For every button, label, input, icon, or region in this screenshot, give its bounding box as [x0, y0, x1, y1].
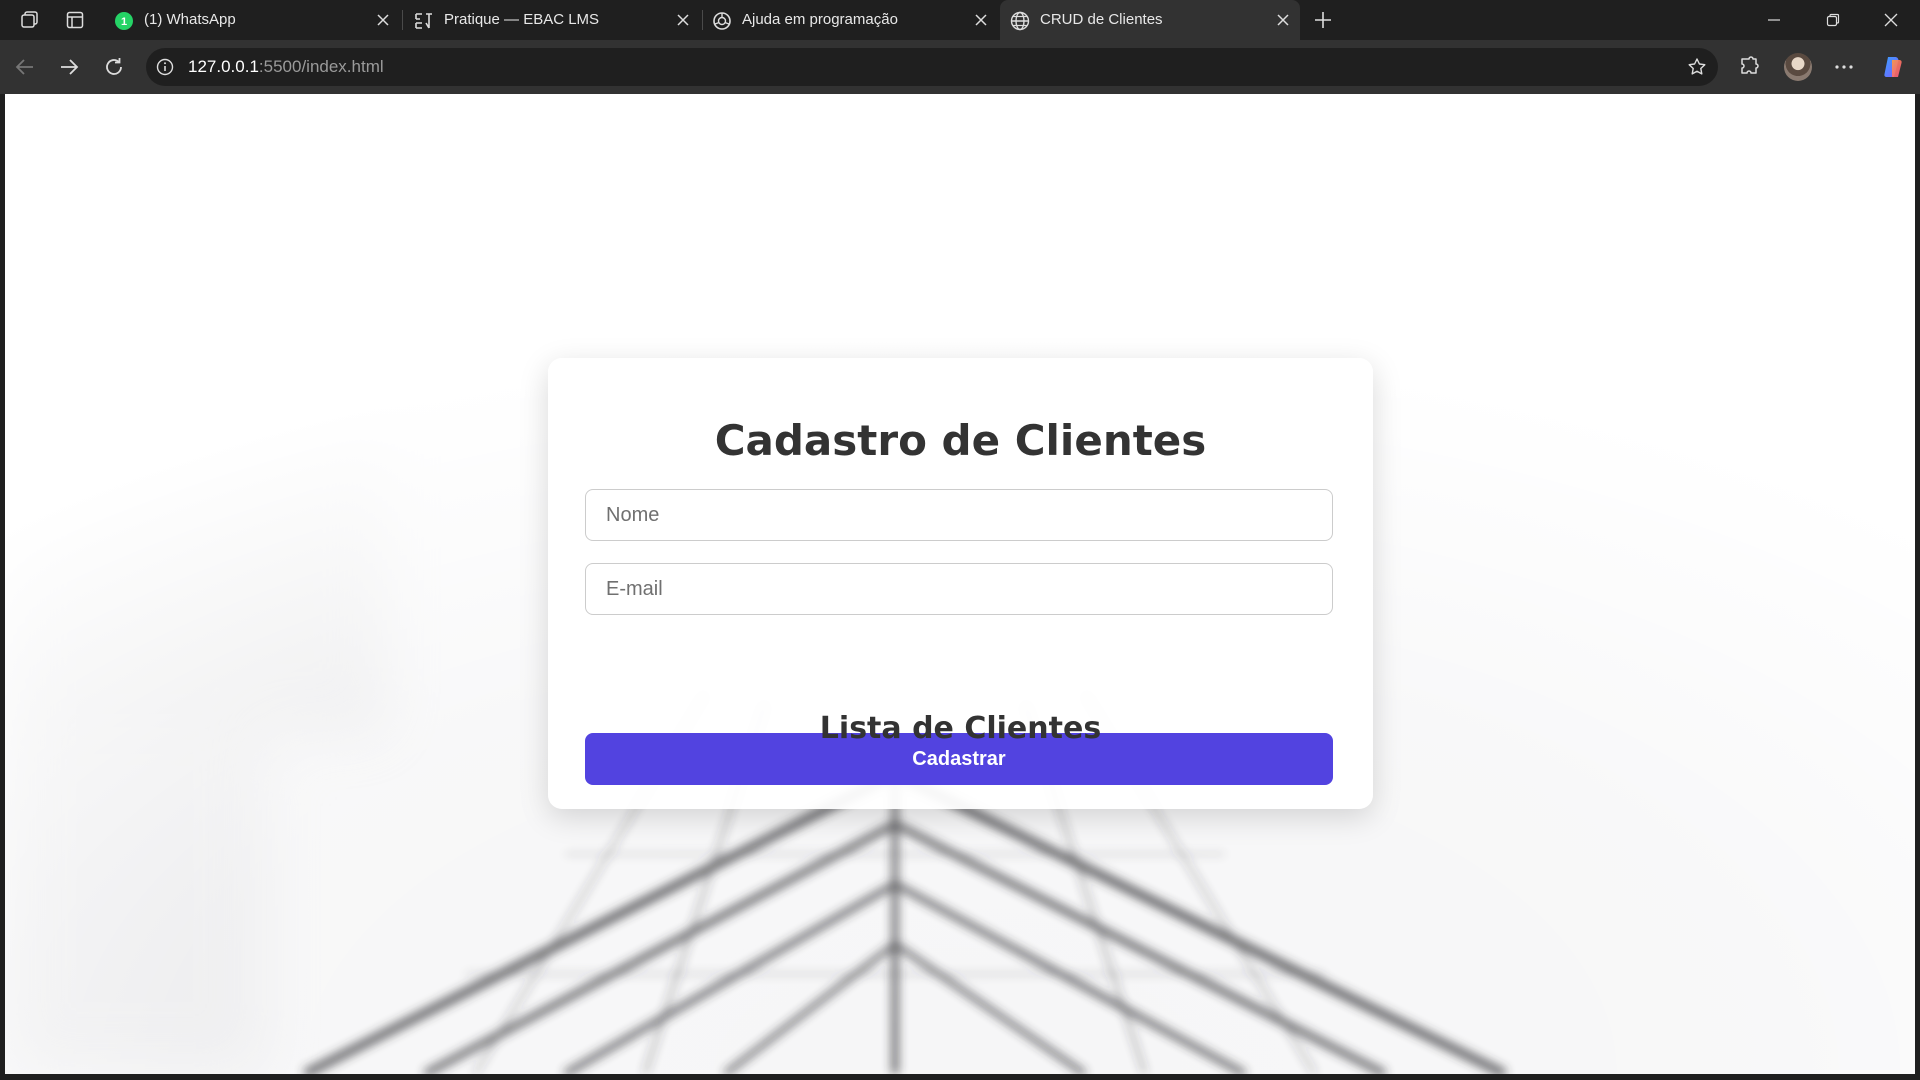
tab-actions-icon[interactable] [61, 8, 89, 32]
svg-text:1: 1 [121, 16, 127, 28]
minimize-icon[interactable] [1751, 6, 1797, 34]
forward-icon[interactable] [54, 52, 84, 82]
copilot-icon[interactable] [1878, 52, 1908, 82]
chatgpt-icon [712, 11, 731, 30]
tab-title: Pratique — EBAC LMS [444, 11, 600, 28]
url-host: 127.0.0.1 [188, 57, 259, 76]
window-close-icon[interactable] [1868, 6, 1914, 34]
tab-ebac[interactable]: Pratique — EBAC LMS [404, 0, 700, 40]
favorite-star-icon[interactable] [1686, 56, 1708, 78]
tab-whatsapp[interactable]: 1 (1) WhatsApp [104, 0, 400, 40]
tab-title: (1) WhatsApp [144, 11, 236, 28]
close-icon[interactable] [1274, 11, 1292, 29]
restore-icon[interactable] [1810, 6, 1856, 34]
email-input[interactable] [585, 563, 1333, 615]
client-list-title: Lista de Clientes [819, 711, 1102, 746]
page-viewport: Cadastro de Clientes Cadastrar Lista de … [5, 94, 1915, 1074]
extensions-icon[interactable] [1734, 52, 1764, 82]
tab-chatgpt[interactable]: Ajuda em programação [702, 0, 998, 40]
new-tab-icon[interactable] [1310, 8, 1336, 32]
close-icon[interactable] [972, 11, 990, 29]
window-bottom-border [0, 1074, 1920, 1080]
tab-strip: 1 (1) WhatsApp Pratique — EBAC LMS Ajuda… [0, 0, 1920, 40]
ebac-icon [414, 11, 432, 29]
globe-icon [1010, 11, 1030, 31]
client-form-card: Cadastro de Clientes Cadastrar Lista de … [548, 358, 1373, 809]
name-input[interactable] [585, 489, 1333, 541]
close-icon[interactable] [374, 11, 392, 29]
tab-crud-clientes[interactable]: CRUD de Clientes [1000, 0, 1300, 40]
profile-avatar[interactable] [1784, 53, 1812, 81]
site-info-icon[interactable] [154, 56, 176, 78]
back-icon[interactable] [10, 52, 40, 82]
more-options-icon[interactable] [1829, 52, 1859, 82]
close-icon[interactable] [674, 11, 692, 29]
tab-title: CRUD de Clientes [1040, 11, 1163, 28]
tab-title: Ajuda em programação [742, 11, 898, 28]
tab-divider [402, 10, 403, 30]
address-bar[interactable]: 127.0.0.1:5500/index.html [146, 48, 1718, 86]
url-text[interactable]: 127.0.0.1:5500/index.html [188, 57, 384, 77]
reload-icon[interactable] [99, 52, 129, 82]
page-title: Cadastro de Clientes [714, 416, 1207, 465]
whatsapp-icon: 1 [114, 11, 133, 30]
url-path: :5500/index.html [258, 57, 384, 76]
browser-toolbar: 127.0.0.1:5500/index.html [0, 40, 1920, 94]
workspaces-icon[interactable] [16, 8, 44, 32]
